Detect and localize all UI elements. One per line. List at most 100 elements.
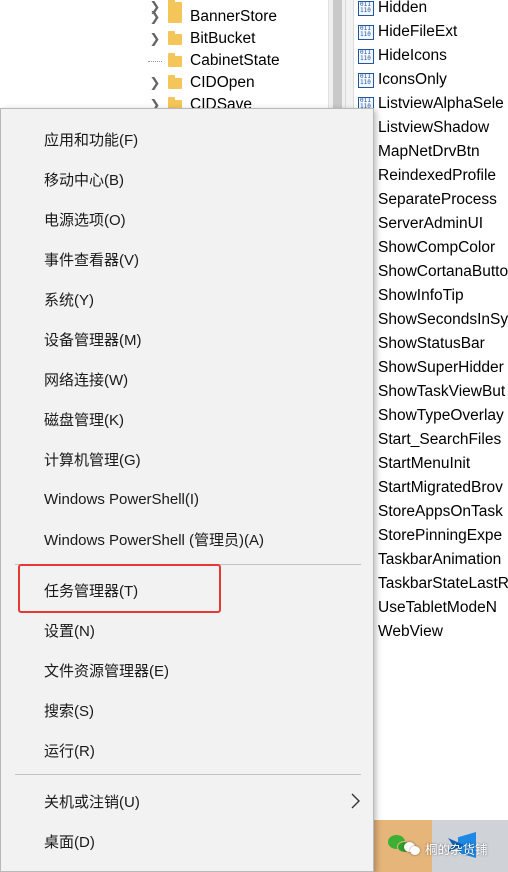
menu-item-disk-management[interactable]: 磁盘管理(K) [1,402,373,436]
registry-value-label: ShowSecondsInSy [378,311,508,328]
registry-value-label: ListviewAlphaSele [378,95,504,112]
registry-value-row[interactable]: ShowSuperHidder [358,356,504,380]
registry-value-row[interactable]: ListviewShadow [358,116,489,140]
registry-value-row[interactable]: ShowTaskViewBut [358,380,505,404]
menu-item-search[interactable]: 搜索(S) [1,693,373,727]
registry-value-label: ListviewShadow [378,119,490,136]
registry-value-row[interactable]: HideIcons [358,44,447,68]
menu-item-network-connections[interactable]: 网络连接(W) [1,362,373,396]
menu-item-apps-and-features[interactable]: 应用和功能(F) [1,122,373,156]
registry-value-label: WebView [378,623,443,640]
registry-value-row[interactable]: ShowTypeOverlay [358,404,504,428]
menu-item-desktop[interactable]: 桌面(D) [1,824,373,858]
menu-item-powershell[interactable]: Windows PowerShell(I) [1,482,373,516]
menu-item-label: 设置(N) [44,622,95,640]
registry-value-label: ServerAdminUI [378,215,484,232]
registry-value-row[interactable]: IconsOnly [358,68,447,92]
menu-item-label: 电源选项(O) [44,211,126,229]
menu-item-computer-management[interactable]: 计算机管理(G) [1,442,373,476]
registry-value-label: ReindexedProfile [378,167,497,184]
registry-values-pane: Hidden HideFileExt HideIcons IconsOnly Listv… [354,0,508,820]
registry-value-row[interactable]: TaskbarStateLastR [358,572,508,596]
registry-value-label: ShowStatusBar [378,335,485,352]
menu-item-label: 网络连接(W) [44,371,129,389]
watermark-text: 桐的杂货铺 [425,843,488,857]
registry-value-label: Hidden [378,0,428,16]
registry-value-label: SeparateProcess [378,191,497,208]
registry-value-label: ShowTaskViewBut [378,383,506,400]
registry-value-row[interactable]: HideFileExt [358,20,457,44]
registry-value-row[interactable]: ListviewAlphaSele [358,92,504,116]
folder-icon [168,30,182,45]
folder-icon [168,52,182,67]
menu-item-event-viewer[interactable]: 事件查看器(V) [1,242,373,276]
chevron-right-icon [351,793,360,809]
registry-value-row[interactable]: ShowCortanaButto [358,260,508,284]
tree-item-cidopen[interactable]: ❯ CIDOpen [148,72,255,94]
registry-value-label: StoreAppsOnTask [378,503,503,520]
menu-item-settings[interactable]: 设置(N) [1,613,373,647]
registry-value-row[interactable]: StartMigratedBrov [358,476,503,500]
menu-item-label: 磁盘管理(K) [44,411,124,429]
menu-item-device-manager[interactable]: 设备管理器(M) [1,322,373,356]
registry-value-row[interactable]: StartMenuInit [358,452,470,476]
binary-value-icon [358,72,374,88]
chevron-right-icon[interactable]: ❯ [148,9,162,25]
registry-value-label: StartMenuInit [378,455,471,472]
folder-icon [168,8,182,23]
chevron-right-icon[interactable]: ❯ [148,75,162,91]
chevron-right-icon[interactable]: ❯ [148,31,162,47]
registry-value-row[interactable]: StorePinningExpe [358,524,502,548]
menu-item-power-options[interactable]: 电源选项(O) [1,202,373,236]
menu-item-label: 系统(Y) [44,291,94,309]
tree-item-label: CabinetState [190,52,280,69]
registry-value-row[interactable]: ShowSecondsInSy [358,308,508,332]
menu-item-label: 应用和功能(F) [44,131,139,149]
registry-value-label: Start_SearchFiles [378,431,502,448]
tree-item-label: BitBucket [190,30,256,47]
registry-value-label: HideIcons [378,47,447,64]
menu-item-label: 设备管理器(M) [44,331,142,349]
tree-item-cabinetstate[interactable]: CabinetState [148,50,280,72]
menu-item-label: Windows PowerShell(I) [44,490,200,508]
registry-value-row[interactable]: MapNetDrvBtn [358,140,480,164]
menu-item-system[interactable]: 系统(Y) [1,282,373,316]
menu-item-file-explorer[interactable]: 文件资源管理器(E) [1,653,373,687]
registry-value-row[interactable]: SeparateProcess [358,188,497,212]
menu-item-label: 桌面(D) [44,833,95,851]
menu-item-label: Windows PowerShell (管理员)(A) [44,531,265,549]
registry-value-label: ShowCortanaButto [378,263,508,280]
scrollbar-thumb[interactable] [333,0,342,108]
registry-value-label: TaskbarStateLastR [378,575,508,592]
tree-item-label: CIDOpen [190,74,255,91]
registry-value-row[interactable]: TaskbarAnimation [358,548,501,572]
registry-value-row[interactable]: ServerAdminUI [358,212,483,236]
registry-value-row[interactable]: ShowCompColor [358,236,495,260]
tree-item-label: BannerStore [190,8,278,25]
watermark: 桐的杂货铺 [404,839,488,858]
menu-item-run[interactable]: 运行(R) [1,733,373,767]
menu-item-label: 移动中心(B) [44,171,124,189]
binary-value-icon [358,24,374,40]
menu-item-label: 运行(R) [44,742,95,760]
menu-item-shutdown-signout[interactable]: 关机或注销(U) [1,784,373,818]
menu-item-label: 文件资源管理器(E) [44,662,169,680]
menu-item-label: 计算机管理(G) [44,451,141,469]
tree-item-bannerstore[interactable]: ❯ BannerStore [148,6,277,28]
registry-value-label: StartMigratedBrov [378,479,503,496]
tree-item-bitbucket[interactable]: ❯ BitBucket [148,28,256,50]
registry-value-row[interactable]: Hidden [358,0,427,20]
menu-item-powershell-admin[interactable]: Windows PowerShell (管理员)(A) [1,522,373,556]
context-menu: 应用和功能(F) 移动中心(B) 电源选项(O) 事件查看器(V) 系统(Y) … [0,108,374,872]
menu-item-label: 关机或注销(U) [44,793,140,811]
registry-value-row[interactable]: ReindexedProfile [358,164,496,188]
registry-value-row[interactable]: UseTabletModeN [358,596,497,620]
menu-separator [15,774,361,775]
menu-item-mobility-center[interactable]: 移动中心(B) [1,162,373,196]
registry-value-label: TaskbarAnimation [378,551,502,568]
registry-value-row[interactable]: Start_SearchFiles [358,428,501,452]
menu-item-label: 搜索(S) [44,702,94,720]
registry-value-row[interactable]: StoreAppsOnTask [358,500,503,524]
registry-value-label: ShowTypeOverlay [378,407,504,424]
registry-value-row[interactable]: ShowStatusBar [358,332,485,356]
